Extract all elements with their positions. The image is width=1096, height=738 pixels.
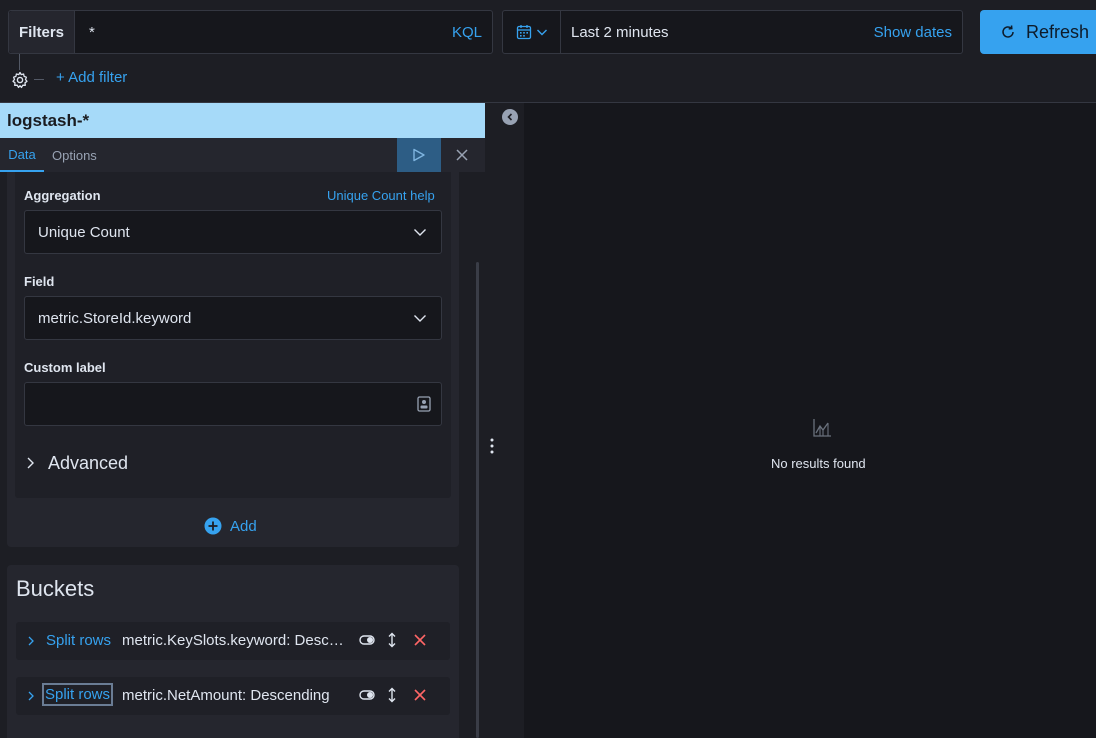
visualization-workspace [524, 103, 1096, 738]
chevron-right-icon [27, 457, 34, 469]
chevron-right-icon[interactable] [26, 689, 36, 703]
aggregation-select[interactable]: Unique Count [24, 210, 442, 254]
query-input[interactable]: * [75, 24, 452, 41]
custom-label-label: Custom label [24, 360, 106, 375]
aggregation-label: Aggregation [24, 188, 101, 203]
scrollbar[interactable] [476, 262, 479, 738]
bucket-row: Split rows metric.NetAmount: Descending [16, 677, 450, 715]
sort-arrows-icon[interactable] [387, 632, 397, 648]
field-select[interactable]: metric.StoreId.keyword [24, 296, 442, 340]
add-aggregation-button[interactable]: Add [204, 514, 257, 538]
toggle-icon[interactable] [359, 689, 375, 701]
apply-changes-button[interactable] [397, 138, 441, 172]
query-language-toggle[interactable]: KQL [452, 24, 492, 41]
no-results-message: No results found [771, 456, 866, 471]
chevron-right-icon[interactable] [26, 634, 36, 648]
index-pattern-title: logstash-* [0, 103, 485, 138]
filter-connector [19, 54, 20, 70]
bucket-row: Split rows metric.KeySlots.keyword: Desc… [16, 622, 450, 660]
collapse-sidebar-button[interactable] [502, 109, 518, 125]
date-picker: Last 2 minutes Show dates [502, 10, 963, 54]
show-dates-link[interactable]: Show dates [874, 24, 962, 41]
buckets-title: Buckets [16, 576, 95, 601]
refresh-button[interactable]: Refresh [980, 10, 1096, 54]
calendar-icon [516, 25, 531, 40]
saved-filters-button[interactable]: Filters [9, 11, 75, 53]
custom-label-input[interactable] [24, 382, 442, 426]
bucket-description: metric.KeySlots.keyword: Descending [122, 632, 350, 649]
aggregation-help-link[interactable]: Unique Count help [327, 188, 435, 203]
query-bar: Filters * KQL [8, 10, 493, 54]
contact-card-icon [417, 396, 431, 412]
quick-menu-button[interactable] [503, 11, 561, 53]
plus-circle-icon [204, 517, 222, 535]
remove-icon[interactable] [413, 633, 427, 647]
bucket-description: metric.NetAmount: Descending [122, 687, 330, 704]
tab-options[interactable]: Options [52, 138, 97, 172]
add-label: Add [230, 517, 257, 535]
tab-data[interactable]: Data [0, 138, 44, 172]
advanced-label: Advanced [48, 452, 129, 473]
date-range-text[interactable]: Last 2 minutes [561, 24, 874, 41]
filter-divider [34, 79, 44, 80]
visualize-app-icon [813, 419, 831, 437]
chevron-down-icon [536, 29, 547, 36]
field-label: Field [24, 274, 55, 289]
play-icon [413, 148, 425, 162]
field-value: metric.StoreId.keyword [38, 309, 192, 327]
close-icon [456, 149, 468, 161]
chevron-down-icon [414, 315, 426, 322]
panel-resizer[interactable] [486, 103, 524, 738]
drag-handle-icon[interactable] [490, 438, 494, 454]
sort-arrows-icon[interactable] [387, 687, 397, 703]
bucket-type-link[interactable]: Split rows [42, 683, 114, 706]
remove-icon[interactable] [413, 688, 427, 702]
toggle-icon[interactable] [359, 634, 375, 646]
refresh-icon [1002, 25, 1014, 38]
advanced-toggle[interactable]: Advanced [24, 450, 128, 476]
chevron-down-icon [414, 229, 426, 236]
close-editor-button[interactable] [450, 144, 474, 166]
gear-icon[interactable] [10, 70, 30, 90]
bucket-type-link[interactable]: Split rows [44, 631, 113, 650]
add-filter-button[interactable]: + Add filter [56, 69, 127, 86]
aggregation-value: Unique Count [38, 223, 130, 241]
chevron-left-icon [507, 113, 513, 121]
refresh-label: Refresh [1026, 21, 1090, 42]
